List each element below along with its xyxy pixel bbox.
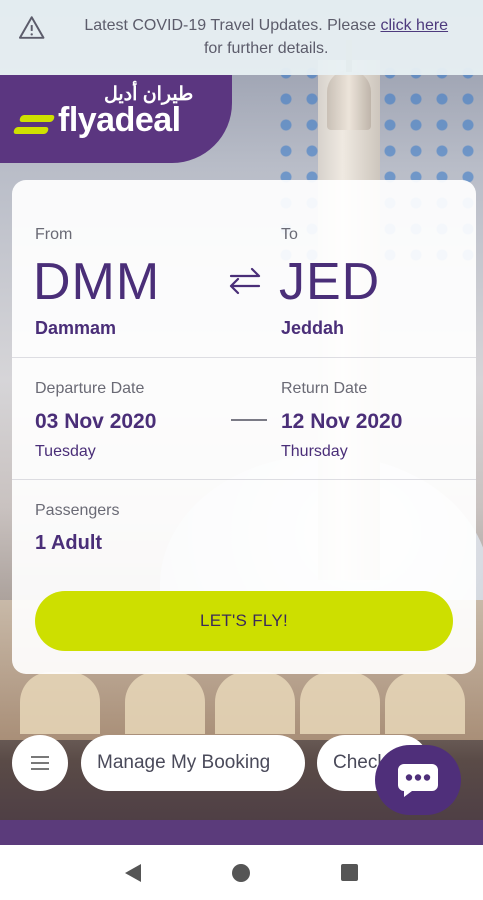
warning-icon [18,16,45,39]
building-arch [20,672,100,734]
return-day: Thursday [281,443,348,460]
booking-card: From DMM Dammam To JED Jeddah Departure … [12,180,476,674]
manage-booking-label: Manage My Booking [97,752,271,773]
swap-icon[interactable] [225,263,265,299]
building-arch [125,672,205,734]
banner-message-2: for further details. [203,40,329,57]
banner-text: Latest COVID-19 Travel Updates. Please c… [65,14,467,60]
building-arch [300,672,380,734]
banner-message: Latest COVID-19 Travel Updates. Please [84,17,381,34]
chat-button[interactable] [375,745,461,815]
dates-section: Departure Date 03 Nov 2020 Tuesday Retur… [12,358,476,480]
from-label: From [35,226,73,243]
logo-name: flyadeal [58,101,181,139]
logo-stripe [18,115,56,122]
route-section: From DMM Dammam To JED Jeddah [12,180,476,358]
departure-date: 03 Nov 2020 [35,410,157,433]
brand-logo: طيران أديل flyadeal [0,75,232,163]
system-nav-bar [0,845,483,900]
departure-day: Tuesday [35,443,96,460]
recent-apps-icon[interactable] [340,864,358,881]
covid-banner: Latest COVID-19 Travel Updates. Please c… [0,0,483,75]
return-label: Return Date [281,380,368,397]
minaret-cap [327,70,371,130]
chat-bubble-icon [398,764,438,797]
bottom-strip [0,820,483,845]
building-arch [215,672,295,734]
lets-fly-button[interactable]: LET'S FLY! [35,591,453,651]
to-city: Jeddah [281,318,345,338]
departure-label: Departure Date [35,380,145,397]
passengers-value: 1 Adult [35,532,103,554]
to-label: To [281,226,298,243]
passengers-label: Passengers [35,502,120,519]
banner-link[interactable]: click here [380,17,448,34]
from-code: DMM [33,253,161,311]
logo-stripe [12,127,50,134]
from-city: Dammam [35,318,117,338]
home-icon[interactable] [231,863,250,882]
building-arch [385,672,465,734]
manage-booking-button[interactable]: Manage My Booking [81,735,305,791]
menu-button[interactable] [12,735,68,791]
hamburger-icon [31,756,49,770]
date-separator [231,419,267,421]
return-date: 12 Nov 2020 [281,410,403,433]
to-code: JED [279,253,381,311]
back-icon[interactable] [125,863,142,882]
